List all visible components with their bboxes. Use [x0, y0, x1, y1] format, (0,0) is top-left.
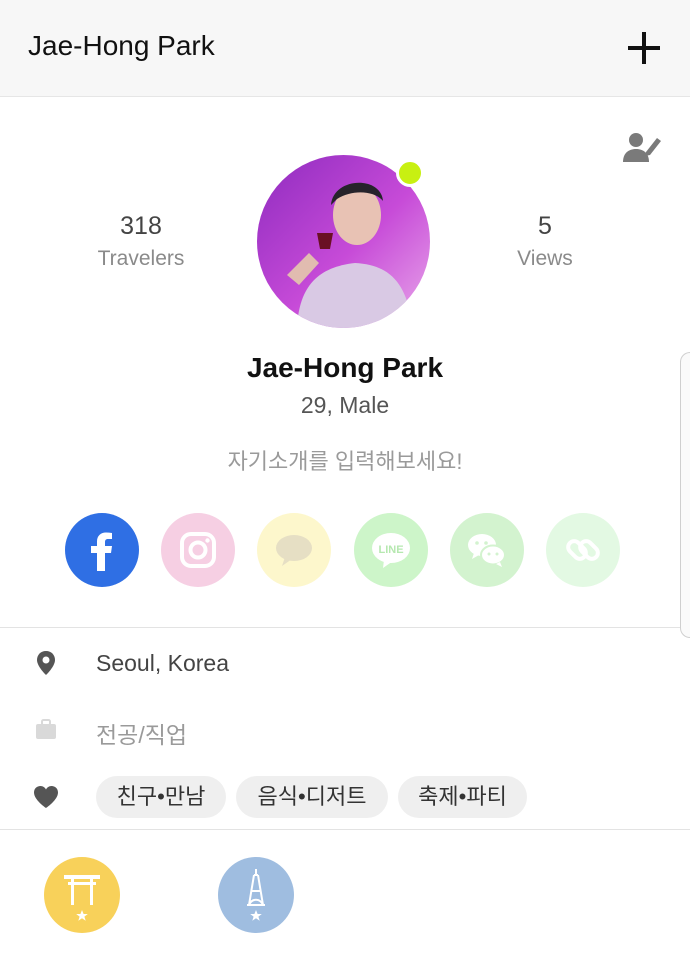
- link-button[interactable]: [546, 513, 620, 587]
- job-field[interactable]: 전공/직업: [96, 716, 187, 750]
- location-text: Seoul, Korea: [96, 650, 229, 676]
- line-icon: LINE: [372, 533, 410, 568]
- location-pin-icon: [37, 651, 55, 675]
- side-panel-handle[interactable]: [680, 352, 690, 638]
- travel-badge-france[interactable]: [218, 857, 294, 933]
- facebook-icon: [91, 532, 112, 571]
- views-label: Views: [517, 247, 573, 270]
- torii-gate-icon: [64, 875, 100, 921]
- views-count: 5: [538, 212, 552, 240]
- section-divider: [0, 829, 690, 830]
- travel-badge-japan[interactable]: [44, 857, 120, 933]
- travelers-label: Travelers: [97, 247, 185, 270]
- edit-profile-icon[interactable]: [622, 130, 662, 164]
- line-button[interactable]: LINE: [354, 513, 428, 587]
- views-stat[interactable]: 5 Views: [465, 212, 625, 271]
- instagram-button[interactable]: [161, 513, 235, 587]
- instagram-icon: [180, 532, 216, 568]
- profile-intro[interactable]: 자기소개를 입력해보세요!: [0, 444, 690, 476]
- eiffel-tower-icon: [247, 869, 265, 921]
- line-text: LINE: [378, 544, 403, 556]
- app-header: Jae-Hong Park: [0, 0, 690, 97]
- travelers-count: 318: [120, 212, 162, 240]
- kakaotalk-button[interactable]: [257, 513, 331, 587]
- interest-chip[interactable]: 음식•디저트: [236, 776, 388, 818]
- travelers-stat[interactable]: 318 Travelers: [61, 212, 221, 271]
- profile-age-sex: 29, Male: [300, 392, 390, 418]
- plus-icon[interactable]: [626, 30, 662, 66]
- briefcase-icon: [36, 719, 56, 739]
- section-divider: [0, 627, 690, 628]
- interest-chip[interactable]: 축제•파티: [398, 776, 527, 818]
- profile-name: Jae-Hong Park: [246, 352, 444, 383]
- facebook-button[interactable]: [65, 513, 139, 587]
- wechat-button[interactable]: [450, 513, 524, 587]
- heart-icon: [34, 786, 58, 808]
- interest-chip[interactable]: 친구•만남: [96, 776, 226, 818]
- wechat-icon: [468, 534, 506, 567]
- online-status-dot: [396, 159, 424, 187]
- link-icon: [566, 539, 600, 561]
- speech-bubble-icon: [276, 535, 312, 566]
- header-title: Jae-Hong Park: [28, 30, 215, 61]
